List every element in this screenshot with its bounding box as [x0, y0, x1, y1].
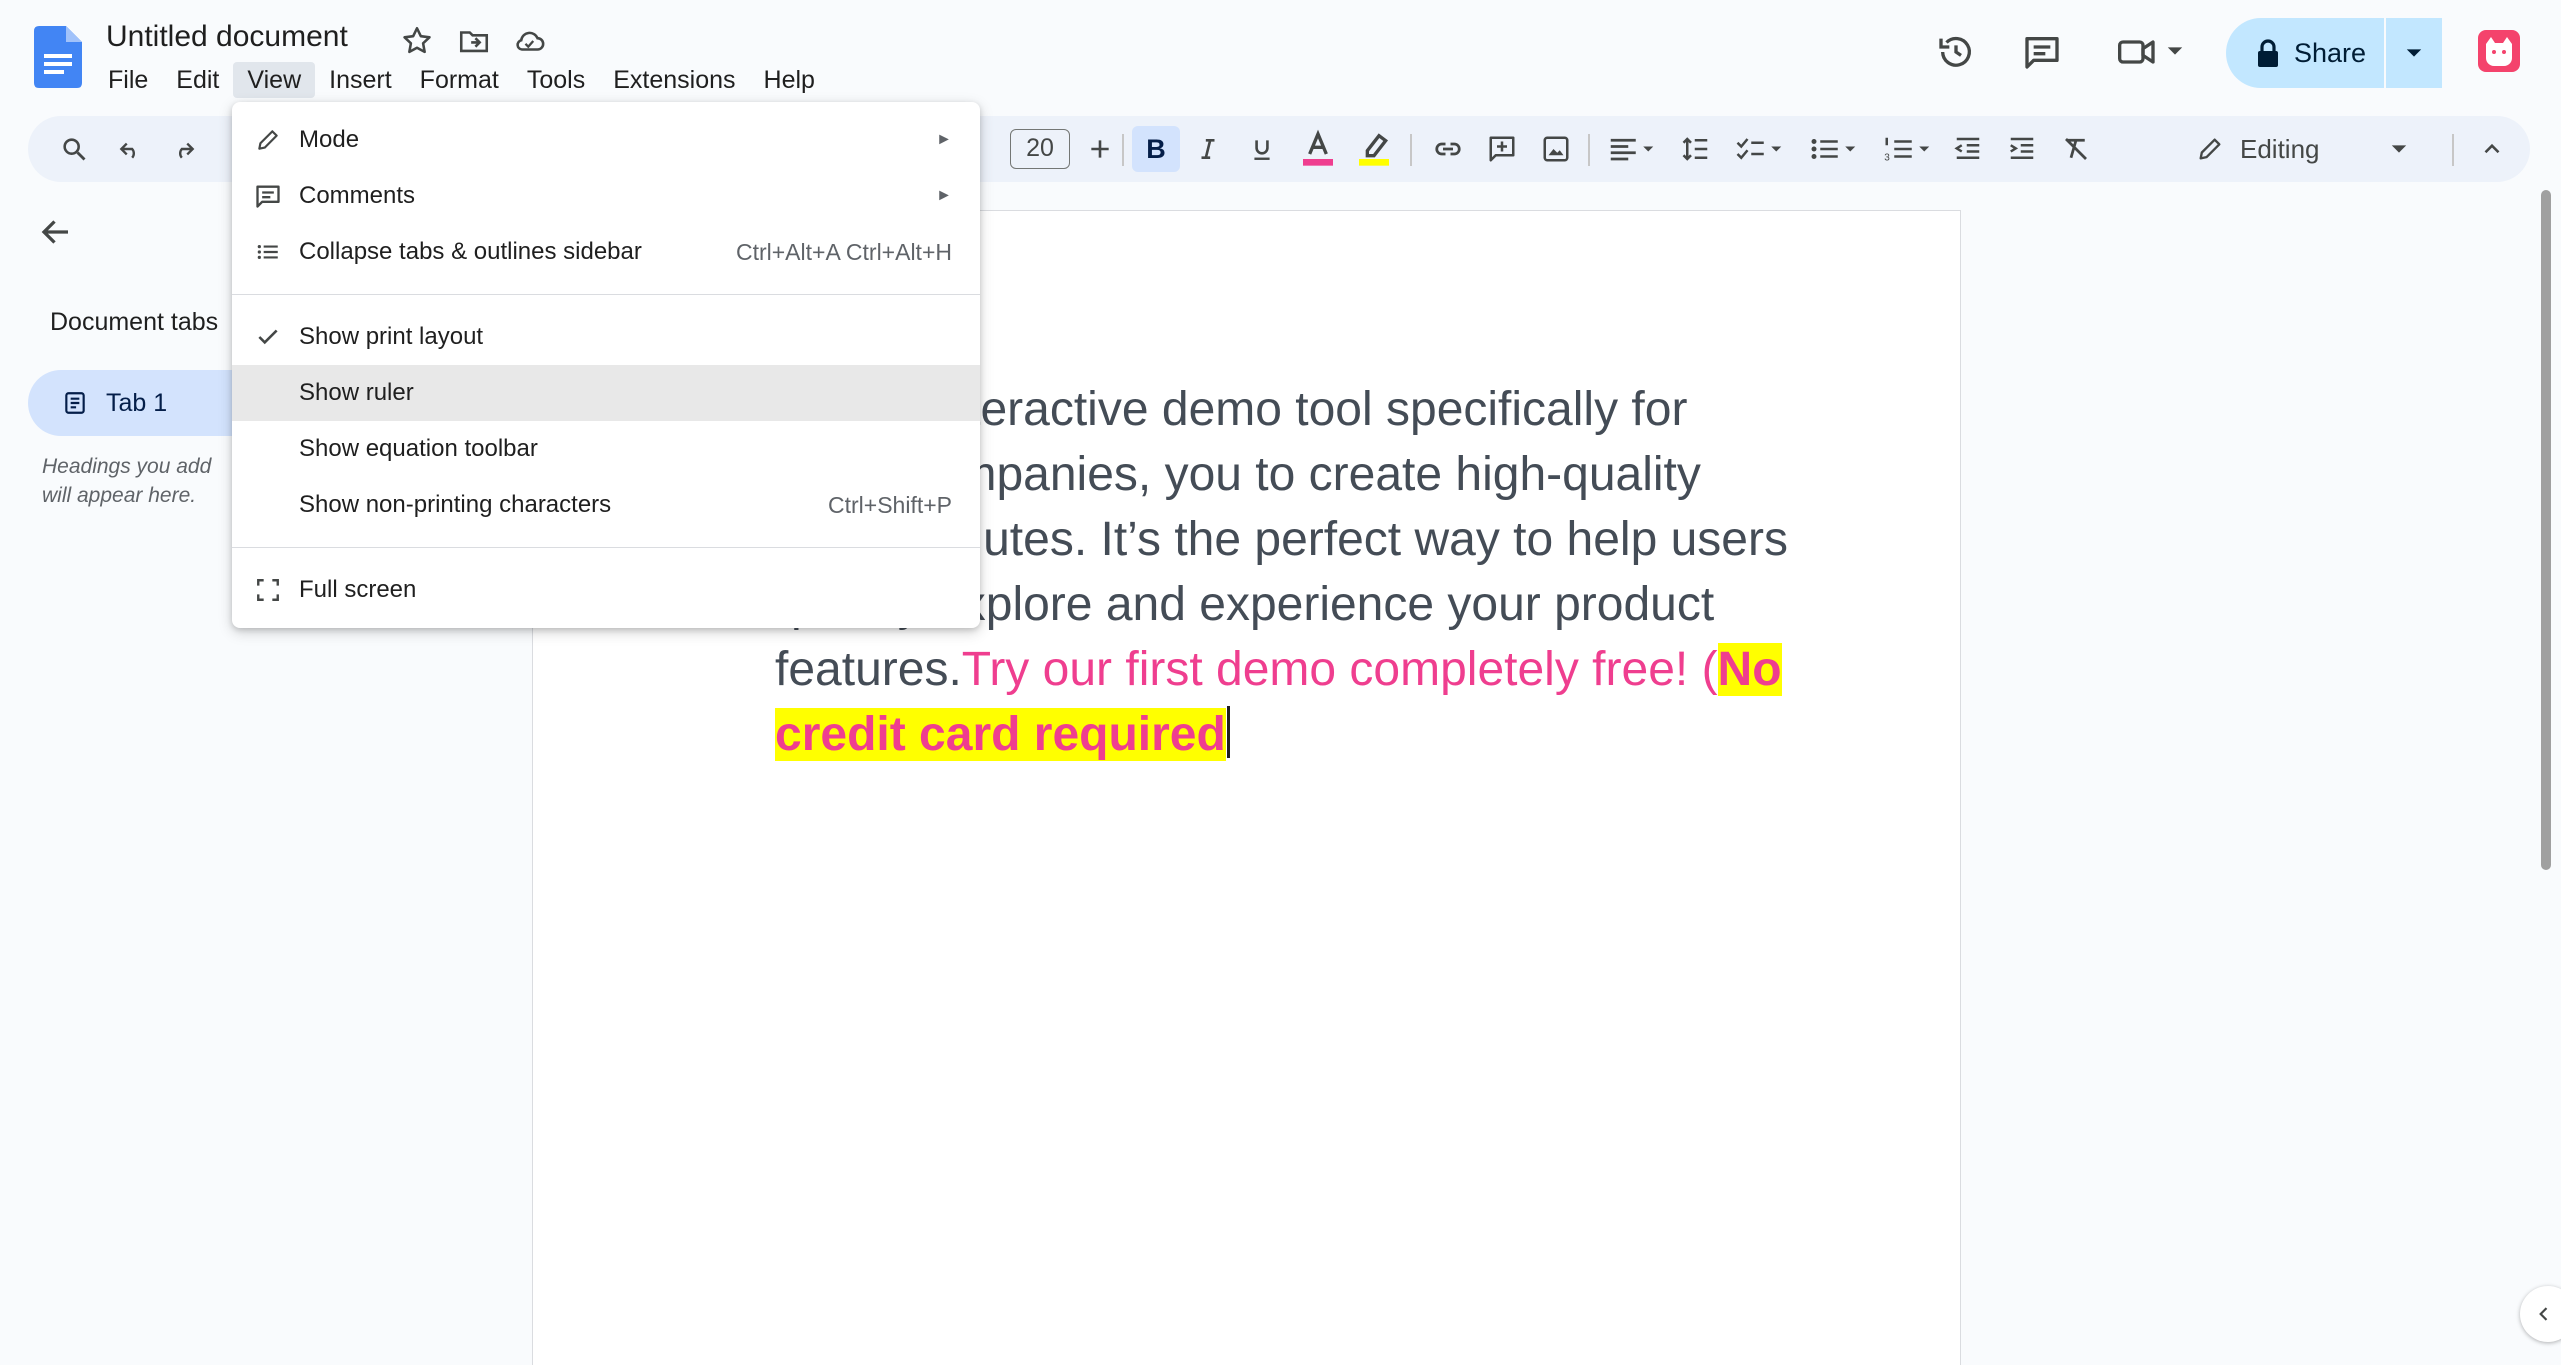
tab-label: Tab 1 — [106, 388, 168, 417]
star-icon[interactable] — [400, 24, 434, 58]
document-tabs-heading: Document tabs — [50, 308, 219, 336]
increase-font-size-icon[interactable] — [1080, 130, 1120, 168]
menu-tools[interactable]: Tools — [513, 62, 599, 98]
menu-file[interactable]: File — [94, 62, 162, 98]
menu-bar: File Edit View Insert Format Tools Exten… — [94, 62, 829, 98]
pencil-icon — [254, 126, 282, 154]
menu-help[interactable]: Help — [750, 62, 829, 98]
text-color-icon[interactable] — [1296, 129, 1340, 168]
doc-text-line4: utes. It’s the perfect way to help — [983, 513, 1671, 566]
svg-text:3: 3 — [1884, 152, 1890, 163]
menu-item-show-non-printing[interactable]: Show non-printing characters Ctrl+Shift+… — [232, 477, 980, 533]
chevron-down-icon — [2406, 49, 2422, 57]
bold-button[interactable]: B — [1132, 126, 1180, 172]
headings-hint: Headings you add will appear here. — [42, 455, 212, 507]
avatar[interactable] — [2478, 30, 2520, 72]
insert-image-icon[interactable] — [1534, 130, 1578, 168]
submenu-arrow-icon: ► — [936, 131, 952, 148]
document-icon — [65, 392, 85, 414]
menu-item-comments[interactable]: Comments ► — [232, 168, 980, 224]
menu-item-label: Comments — [299, 182, 416, 209]
share-label: Share — [2294, 37, 2367, 68]
menu-item-full-screen[interactable]: Full screen — [232, 562, 980, 618]
comments-icon[interactable] — [2022, 32, 2062, 72]
menu-item-shortcut: Ctrl+Alt+A Ctrl+Alt+H — [735, 238, 952, 265]
outline-list-icon — [254, 238, 282, 266]
chevron-left-icon — [2539, 1307, 2548, 1321]
menu-item-label: Show equation toolbar — [299, 435, 538, 462]
menu-divider — [232, 547, 980, 548]
checkmark-icon — [254, 323, 282, 351]
bulleted-list-icon[interactable] — [1804, 130, 1864, 168]
increase-indent-icon[interactable] — [2002, 130, 2042, 168]
app-header: Untitled document File Edit View Insert … — [0, 0, 2561, 112]
meet-dropdown-icon[interactable] — [2166, 42, 2184, 60]
editing-mode-selector[interactable]: Editing — [2196, 126, 2436, 172]
document-title[interactable]: Untitled document — [106, 20, 348, 54]
menu-item-label: Collapse tabs & outlines sidebar — [299, 238, 642, 265]
decrease-indent-icon[interactable] — [1948, 130, 1988, 168]
menu-item-mode[interactable]: Mode ► — [232, 112, 980, 168]
text-cursor — [1226, 706, 1230, 758]
menu-insert[interactable]: Insert — [315, 62, 406, 98]
hide-menus-icon[interactable] — [2472, 130, 2512, 168]
highlight-color-icon[interactable] — [1352, 130, 1396, 168]
menu-extensions[interactable]: Extensions — [599, 62, 749, 98]
meet-video-icon[interactable] — [2116, 32, 2160, 72]
side-panel-toggle[interactable] — [2520, 1286, 2561, 1342]
menu-item-show-ruler[interactable]: Show ruler — [232, 365, 980, 421]
fullscreen-icon — [254, 576, 282, 604]
italic-icon[interactable] — [1188, 130, 1228, 168]
version-history-icon[interactable] — [1936, 32, 1976, 72]
menu-edit[interactable]: Edit — [162, 62, 233, 98]
menu-item-shortcut: Ctrl+Shift+P — [828, 491, 952, 518]
docs-logo-icon[interactable] — [34, 26, 82, 88]
pencil-icon — [2199, 138, 2221, 160]
line-spacing-icon[interactable] — [1676, 130, 1716, 168]
chevron-down-icon — [2391, 145, 2406, 153]
menu-item-show-equation-toolbar[interactable]: Show equation toolbar — [232, 421, 980, 477]
back-arrow-icon[interactable] — [38, 214, 74, 250]
scrollbar-thumb[interactable] — [2541, 190, 2551, 870]
undo-icon[interactable] — [112, 130, 148, 168]
menu-item-label: Mode — [299, 126, 360, 153]
view-menu-dropdown: Mode ► Comments ► Collapse tabs & outlin… — [232, 102, 980, 628]
cloud-saved-icon[interactable] — [512, 24, 546, 58]
add-comment-icon[interactable] — [1480, 130, 1524, 168]
doc-text-cta: Try our first demo completely free! ( — [961, 643, 1718, 696]
menu-item-label: Show print layout — [299, 323, 484, 350]
menu-item-label: Show non-printing characters — [299, 491, 612, 518]
numbered-list-icon[interactable]: 3 — [1878, 130, 1938, 168]
menu-item-collapse-sidebar[interactable]: Collapse tabs & outlines sidebar Ctrl+Al… — [232, 224, 980, 280]
menu-item-label: Full screen — [299, 576, 417, 603]
search-menus-icon[interactable] — [56, 130, 92, 168]
menu-divider — [232, 294, 980, 295]
underline-icon[interactable] — [1242, 130, 1282, 168]
submenu-arrow-icon: ► — [936, 187, 952, 204]
menu-item-show-print-layout[interactable]: Show print layout — [232, 309, 980, 365]
menu-view[interactable]: View — [233, 62, 316, 98]
menu-format[interactable]: Format — [406, 62, 513, 98]
lock-icon — [2258, 39, 2278, 67]
menu-item-label: Show ruler — [299, 379, 414, 406]
align-icon[interactable] — [1602, 130, 1662, 168]
font-size-input[interactable]: 20 — [1010, 129, 1070, 169]
comment-icon — [254, 182, 282, 210]
checklist-icon[interactable] — [1730, 130, 1790, 168]
clear-formatting-icon[interactable] — [2056, 130, 2096, 168]
redo-icon[interactable] — [166, 130, 202, 168]
editing-label: Editing — [2240, 133, 2320, 164]
move-folder-icon[interactable] — [457, 24, 491, 58]
insert-link-icon[interactable] — [1426, 130, 1470, 168]
